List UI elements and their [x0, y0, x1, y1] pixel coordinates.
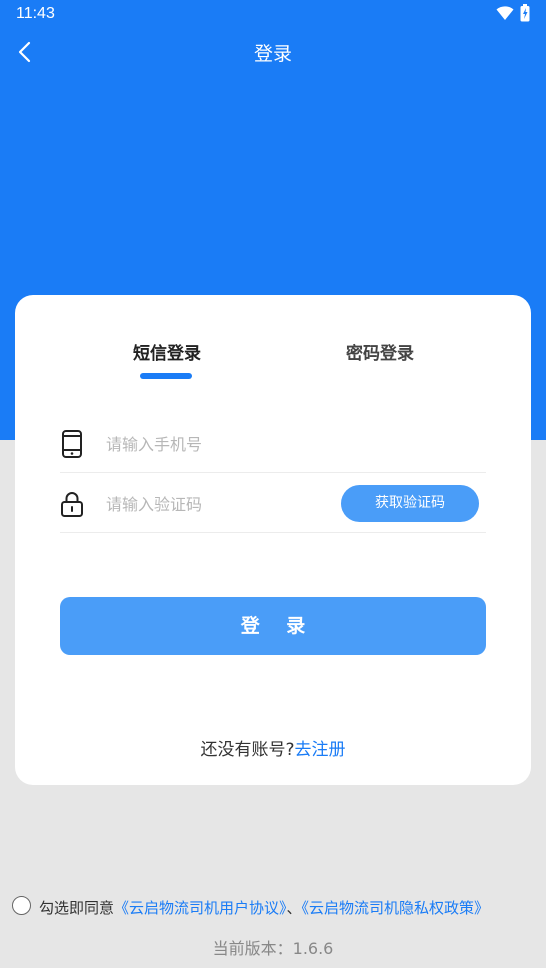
agreement-prefix: 勾选即同意: [39, 899, 115, 917]
get-code-button[interactable]: 获取验证码: [341, 485, 479, 522]
login-card: 短信登录 密码登录 获取验证码 登 录 还没有账号?去注册: [15, 295, 531, 785]
register-prompt: 还没有账号?去注册: [15, 735, 531, 760]
active-tab-indicator: [140, 373, 192, 379]
battery-icon: [520, 4, 530, 22]
status-bar: 11:43: [0, 0, 546, 28]
lock-icon: [61, 492, 83, 517]
phone-icon: [62, 430, 82, 458]
code-field-row: 获取验证码: [60, 475, 486, 533]
register-link[interactable]: 去注册: [295, 740, 346, 760]
tab-password-login[interactable]: 密码登录: [346, 339, 414, 364]
wifi-icon: [496, 6, 514, 20]
register-prompt-text: 还没有账号?: [200, 740, 295, 760]
page-title: 登录: [253, 43, 292, 65]
verification-code-input[interactable]: [106, 489, 336, 519]
tab-sms-login[interactable]: 短信登录: [133, 339, 201, 364]
phone-field-row: [60, 415, 486, 473]
status-time: 11:43: [16, 5, 55, 22]
privacy-policy-link[interactable]: 《云启物流司机隐私权政策》: [302, 899, 490, 917]
agreement-text: 勾选即同意《云启物流司机用户协议》、《云启物流司机隐私权政策》: [39, 897, 489, 918]
version-label: 当前版本：1.6.6: [212, 939, 334, 958]
phone-input[interactable]: [106, 429, 336, 459]
agree-checkbox[interactable]: [12, 896, 31, 915]
agreement-separator: 、: [286, 899, 302, 917]
agreement-row: 勾选即同意《云启物流司机用户协议》、《云启物流司机隐私权政策》: [12, 896, 542, 920]
nav-bar: 登录: [0, 28, 546, 76]
user-agreement-link[interactable]: 《云启物流司机用户协议》: [114, 899, 287, 917]
login-button[interactable]: 登 录: [60, 597, 486, 655]
